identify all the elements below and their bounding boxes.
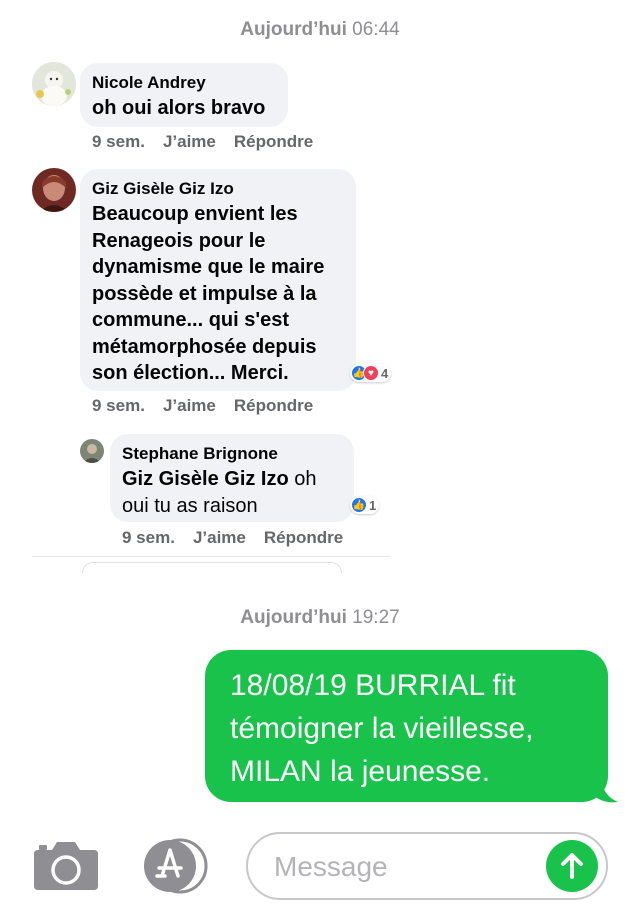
comment-actions: 9 sem. J’aime Répondre	[92, 396, 331, 416]
comment-bubble-nicole: Nicole Andrey oh oui alors bravo	[80, 63, 288, 127]
timestamp-day: Aujourd’hui	[240, 19, 347, 40]
comment-actions: 9 sem. J’aime Répondre	[92, 132, 331, 152]
comment-bubble-stephane: Stephane Brignone Giz Gisèle Giz Izo oh …	[110, 434, 354, 522]
reaction-badge[interactable]: 👍 ♥ 4	[350, 364, 392, 382]
avatar-giz[interactable]	[32, 168, 76, 212]
timestamp-day: Aujourd’hui	[240, 607, 347, 628]
comment-text-line: métamorphosée depuis	[92, 335, 317, 358]
comment-text-line: commune... qui s'est	[92, 309, 290, 331]
comment-age[interactable]: 9 sem.	[92, 396, 145, 415]
screenshot-divider	[32, 556, 390, 557]
comment-text: oh oui alors bravo	[92, 97, 266, 119]
mention-tag[interactable]: Giz Gisèle Giz Izo	[122, 468, 289, 490]
reply-link[interactable]: Répondre	[234, 396, 313, 415]
comment-text-line: son élection... Merci.	[92, 362, 289, 384]
message-line: 18/08/19 BURRIAL fit	[230, 669, 516, 702]
reaction-count: 1	[369, 497, 377, 513]
comment-author[interactable]: Giz Gisèle Giz Izo	[92, 179, 234, 199]
like-link[interactable]: J’aime	[163, 132, 216, 151]
like-link[interactable]: J’aime	[193, 528, 246, 547]
arrow-up-icon	[561, 853, 583, 879]
timestamp-top: Aujourd’hui 06:44	[0, 19, 640, 41]
comment-text: oh	[288, 468, 317, 490]
app-store-button[interactable]	[140, 838, 212, 899]
comment-text-line: Giz Gisèle Giz Izo oh	[122, 466, 317, 493]
sent-message-bubble[interactable]: 18/08/19 BURRIAL fit témoigner la vieill…	[205, 650, 608, 802]
camera-button[interactable]	[32, 840, 100, 897]
send-button[interactable]	[546, 840, 598, 892]
comment-age[interactable]: 9 sem.	[92, 132, 145, 151]
message-line: témoigner la vieillesse,	[230, 712, 534, 745]
reaction-count: 4	[381, 365, 389, 381]
comment-text-line: Renageois pour le	[92, 229, 266, 252]
comment-author[interactable]: Nicole Andrey	[92, 73, 206, 93]
comment-age[interactable]: 9 sem.	[122, 528, 175, 547]
avatar-nicole[interactable]	[32, 62, 76, 106]
comment-text-line: dynamisme que le maire	[92, 256, 325, 278]
reaction-badge[interactable]: 👍 1	[350, 496, 380, 514]
comment-bubble-giz: Giz Gisèle Giz Izo Beaucoup envient les …	[80, 169, 356, 391]
avatar-stephane[interactable]	[80, 439, 104, 463]
camera-icon	[34, 842, 98, 890]
timestamp-time: 06:44	[352, 19, 400, 40]
cut-off-input-edge	[82, 562, 342, 573]
reply-link[interactable]: Répondre	[234, 132, 313, 151]
comment-author[interactable]: Stephane Brignone	[122, 444, 278, 464]
reply-link[interactable]: Répondre	[264, 528, 343, 547]
comment-text-line: possède et impulse à la	[92, 282, 317, 305]
timestamp-bottom: Aujourd’hui 19:27	[0, 607, 640, 629]
like-link[interactable]: J’aime	[163, 396, 216, 415]
like-reaction-icon: 👍	[351, 497, 367, 513]
timestamp-time: 19:27	[352, 607, 400, 628]
comment-actions: 9 sem. J’aime Répondre	[122, 528, 361, 548]
comment-text-line: oui tu as raison	[122, 494, 258, 517]
app-store-icon	[144, 838, 208, 894]
message-input[interactable]	[272, 848, 536, 886]
comment-text-line: Beaucoup envient les	[92, 203, 298, 225]
love-reaction-icon: ♥	[363, 365, 379, 381]
message-line: MILAN la jeunesse.	[230, 755, 491, 788]
